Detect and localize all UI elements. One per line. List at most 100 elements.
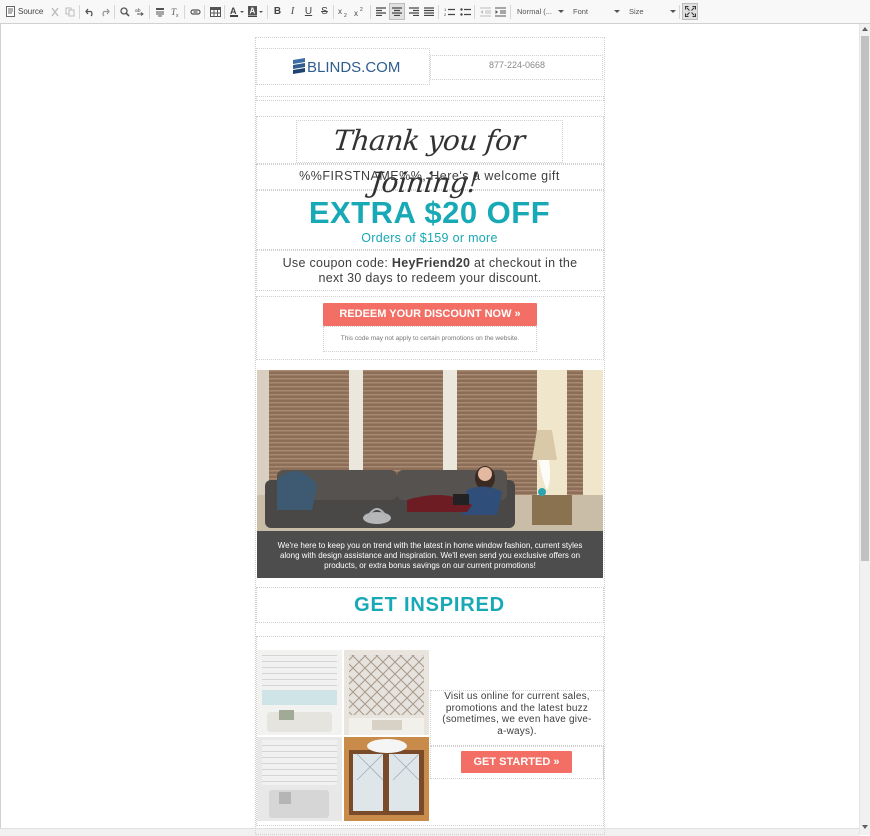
coupon-code: HeyFriend20 xyxy=(391,256,471,270)
replace-icon: ab xyxy=(135,8,144,16)
superscript-icon: x2 xyxy=(354,7,363,17)
table-icon xyxy=(209,6,221,17)
svg-text:x: x xyxy=(338,7,342,16)
background-color-button[interactable]: A xyxy=(247,3,264,20)
copy-icon xyxy=(65,7,75,16)
svg-text:2: 2 xyxy=(444,12,447,17)
indent-button[interactable] xyxy=(493,3,507,20)
copy-button[interactable] xyxy=(63,3,77,20)
italic-icon: I xyxy=(290,6,295,17)
greeting-text: %%FIRSTNAME%%, Here's a welcome gift xyxy=(299,169,560,183)
toolbar-separator xyxy=(679,5,680,19)
svg-text:2: 2 xyxy=(344,13,347,17)
offer-headline: EXTRA $20 OFF xyxy=(308,195,551,230)
bold-button[interactable]: B xyxy=(271,3,284,20)
spacer-row xyxy=(256,96,604,101)
format-select[interactable]: Normal (... xyxy=(514,3,566,20)
find-button[interactable] xyxy=(118,3,132,20)
align-left-icon xyxy=(376,7,386,16)
cut-icon xyxy=(51,7,59,16)
source-label: Source xyxy=(18,7,44,16)
size-select-value: Size xyxy=(629,7,644,16)
text-color-icon: A xyxy=(229,6,244,17)
align-justify-icon xyxy=(424,7,434,16)
font-select[interactable]: Font xyxy=(570,3,622,20)
toolbar-separator xyxy=(333,5,334,19)
svg-text:x: x xyxy=(354,9,358,17)
offer-subtext: Orders of $159 or more xyxy=(361,231,498,245)
hero-image[interactable] xyxy=(257,370,603,531)
blinds-logo[interactable]: BLINDS.COM xyxy=(293,58,400,76)
maximize-button[interactable] xyxy=(682,3,698,20)
toolbar-separator xyxy=(474,5,475,19)
remove-format-icon: Tx xyxy=(171,7,179,17)
bold-icon: B xyxy=(273,6,282,17)
replace-button[interactable]: ab xyxy=(133,3,147,20)
background-color-icon: A xyxy=(247,6,263,17)
link-icon xyxy=(189,8,201,15)
coupon-text: Use coupon code: HeyFriend20 at checkout… xyxy=(270,256,590,286)
svg-text:x: x xyxy=(176,13,179,17)
chevron-down-icon xyxy=(670,10,676,13)
subscript-button[interactable]: x2 xyxy=(337,3,351,20)
link-button[interactable] xyxy=(188,3,202,20)
toolbar-separator xyxy=(184,5,185,19)
toolbar-separator xyxy=(79,5,80,19)
superscript-button[interactable]: x2 xyxy=(353,3,367,20)
align-center-icon xyxy=(392,7,402,16)
toolbar-separator xyxy=(114,5,115,19)
redo-button[interactable] xyxy=(98,3,112,20)
inspired-heading: GET INSPIRED xyxy=(354,594,505,616)
bulleted-list-button[interactable] xyxy=(458,3,472,20)
svg-text:A: A xyxy=(249,7,255,16)
table-button[interactable] xyxy=(208,3,222,20)
size-select[interactable]: Size xyxy=(626,3,678,20)
redeem-button[interactable]: REDEEM YOUR DISCOUNT NOW » xyxy=(323,303,537,326)
coupon-prefix: Use coupon code: xyxy=(282,256,392,270)
svg-text:2: 2 xyxy=(360,7,363,13)
bulleted-list-icon xyxy=(459,7,471,16)
chevron-down-icon xyxy=(614,10,620,13)
disclaimer-text: This code may not apply to certain promo… xyxy=(323,326,537,352)
remove-format-button[interactable]: Tx xyxy=(168,3,182,20)
get-started-button[interactable]: GET STARTED » xyxy=(461,751,572,773)
outdent-button[interactable] xyxy=(478,3,492,20)
justify-button[interactable] xyxy=(422,3,436,20)
toolbar-separator xyxy=(267,5,268,19)
undo-button[interactable] xyxy=(83,3,97,20)
format-block-button[interactable] xyxy=(153,3,167,20)
align-center-button[interactable] xyxy=(389,3,405,20)
align-left-button[interactable] xyxy=(374,3,388,20)
scroll-down-icon[interactable] xyxy=(862,825,868,829)
phone-number: 877-224-0668 xyxy=(488,60,546,70)
paragraph-block-icon xyxy=(156,7,164,16)
hero-caption: We're here to keep you on trend with the… xyxy=(257,531,603,578)
indent-icon xyxy=(494,7,506,16)
numbered-list-icon: 12 xyxy=(444,7,455,17)
svg-text:A: A xyxy=(230,6,237,16)
scrollbar-thumb[interactable] xyxy=(861,36,869,561)
align-right-button[interactable] xyxy=(407,3,421,20)
underline-icon: U xyxy=(304,6,313,17)
scroll-up-icon[interactable] xyxy=(862,27,868,31)
source-icon xyxy=(6,6,15,17)
text-color-button[interactable]: A xyxy=(228,3,245,20)
thank-you-heading: Thank you for Joining! xyxy=(331,124,527,199)
strikethrough-icon: S xyxy=(321,6,328,17)
underline-button[interactable]: U xyxy=(302,3,315,20)
font-select-value: Font xyxy=(573,7,589,16)
subscript-icon: x2 xyxy=(338,7,347,17)
cut-button[interactable] xyxy=(48,3,62,20)
source-button[interactable]: Source xyxy=(6,3,44,20)
italic-button[interactable]: I xyxy=(286,3,299,20)
strike-button[interactable]: S xyxy=(318,3,331,20)
inspiration-image-grid[interactable] xyxy=(257,650,429,821)
logo-mark-icon xyxy=(293,58,305,74)
numbered-list-button[interactable]: 12 xyxy=(442,3,456,20)
svg-text:ab: ab xyxy=(135,8,141,14)
toolbar-separator xyxy=(438,5,439,19)
vertical-scrollbar[interactable] xyxy=(859,24,870,835)
undo-icon xyxy=(85,8,93,16)
visit-text: Visit us online for current sales, promo… xyxy=(442,691,592,737)
search-icon xyxy=(120,6,130,17)
